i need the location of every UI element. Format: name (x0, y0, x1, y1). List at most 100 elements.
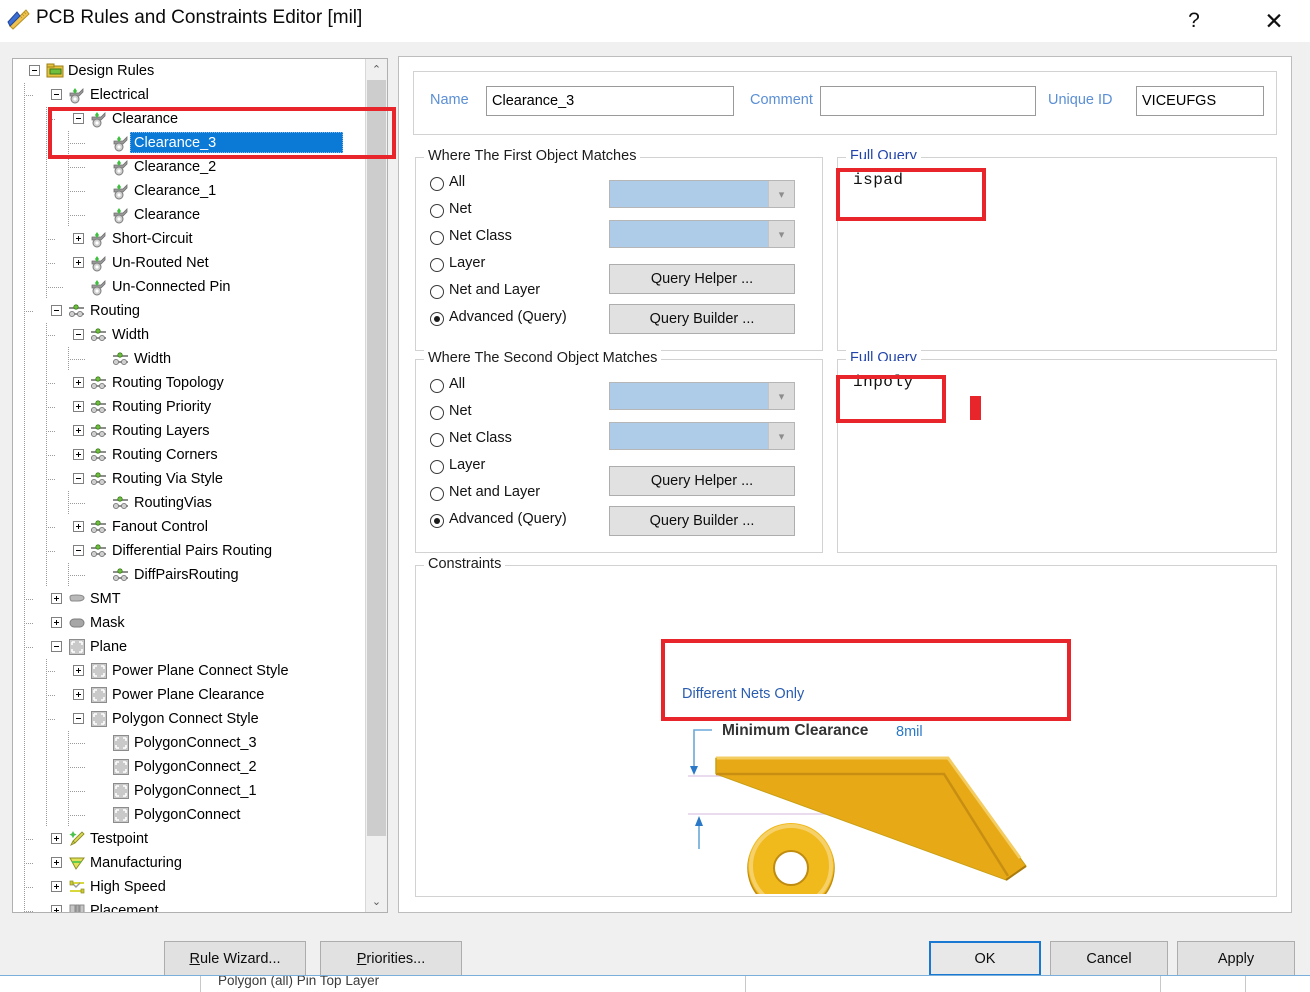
tree-item-list[interactable]: Design RulesElectricalClearanceClearance… (13, 59, 365, 912)
first-query-builder-button[interactable]: Query Builder ... (609, 304, 795, 334)
close-button[interactable]: ✕ (1244, 0, 1304, 42)
radio-icon[interactable] (430, 312, 444, 326)
tree-item-clearance[interactable]: Clearance (13, 107, 365, 131)
chevron-down-icon[interactable]: ▾ (768, 181, 794, 207)
expand-icon[interactable] (73, 521, 84, 532)
tree-item-polygonconnect-2[interactable]: PolygonConnect_2 (13, 755, 365, 779)
expand-icon[interactable] (51, 617, 62, 628)
second-netclass-combo[interactable]: ▾ (609, 422, 795, 450)
tree-vertical-scrollbar[interactable]: ⌃ ⌄ (365, 59, 387, 912)
collapse-icon[interactable] (51, 89, 62, 100)
name-input[interactable]: Clearance_3 (486, 86, 734, 116)
tree-item-routing-layers[interactable]: Routing Layers (13, 419, 365, 443)
tree-item-un-connected-pin[interactable]: Un-Connected Pin (13, 275, 365, 299)
tree-item-width[interactable]: Width (13, 347, 365, 371)
second-net-combo[interactable]: ▾ (609, 382, 795, 410)
tree-item-clearance-3[interactable]: Clearance_3 (13, 131, 365, 155)
expand-icon[interactable] (73, 689, 84, 700)
tree-item-mask[interactable]: Mask (13, 611, 365, 635)
radio-icon[interactable] (430, 231, 444, 245)
collapse-icon[interactable] (73, 545, 84, 556)
tree-item-short-circuit[interactable]: Short-Circuit (13, 227, 365, 251)
apply-button[interactable]: Apply (1177, 941, 1295, 976)
expand-icon[interactable] (73, 401, 84, 412)
tree-item-electrical[interactable]: Electrical (13, 83, 365, 107)
tree-item-routing-priority[interactable]: Routing Priority (13, 395, 365, 419)
design-rules-tree[interactable]: Design RulesElectricalClearanceClearance… (12, 58, 388, 913)
radio-icon[interactable] (430, 177, 444, 191)
first-full-query-textarea[interactable]: ispad (839, 159, 1275, 349)
expand-icon[interactable] (73, 665, 84, 676)
tree-item-polygonconnect[interactable]: PolygonConnect (13, 803, 365, 827)
tree-item-fanout-control[interactable]: Fanout Control (13, 515, 365, 539)
radio-icon[interactable] (430, 460, 444, 474)
collapse-icon[interactable] (73, 473, 84, 484)
unique-id-input[interactable]: VICEUFGS (1136, 86, 1264, 116)
scrollbar-thumb[interactable] (367, 80, 386, 836)
tree-item-manufacturing[interactable]: Manufacturing (13, 851, 365, 875)
first-netclass-combo[interactable]: ▾ (609, 220, 795, 248)
tree-item-routing-topology[interactable]: Routing Topology (13, 371, 365, 395)
tree-item-routingvias[interactable]: RoutingVias (13, 491, 365, 515)
tree-item-placement[interactable]: Placement (13, 899, 365, 913)
radio-icon[interactable] (430, 258, 444, 272)
second-query-builder-button[interactable]: Query Builder ... (609, 506, 795, 536)
chevron-down-icon[interactable]: ▾ (768, 383, 794, 409)
tree-item-diffpairsrouting[interactable]: DiffPairsRouting (13, 563, 365, 587)
second-query-helper-button[interactable]: Query Helper ... (609, 466, 795, 496)
collapse-icon[interactable] (73, 713, 84, 724)
radio-icon[interactable] (430, 487, 444, 501)
tree-item-clearance-2[interactable]: Clearance_2 (13, 155, 365, 179)
radio-icon[interactable] (430, 204, 444, 218)
tree-item-clearance-1[interactable]: Clearance_1 (13, 179, 365, 203)
collapse-icon[interactable] (29, 65, 40, 76)
chevron-down-icon[interactable]: ▾ (768, 423, 794, 449)
tree-item-high-speed[interactable]: High Speed (13, 875, 365, 899)
expand-icon[interactable] (73, 233, 84, 244)
first-query-helper-button[interactable]: Query Helper ... (609, 264, 795, 294)
tree-item-width[interactable]: Width (13, 323, 365, 347)
tree-item-design-rules[interactable]: Design Rules (13, 59, 365, 83)
comment-input[interactable] (820, 86, 1036, 116)
radio-icon[interactable] (430, 433, 444, 447)
tree-item-clearance[interactable]: Clearance (13, 203, 365, 227)
tree-item-routing-via-style[interactable]: Routing Via Style (13, 467, 365, 491)
radio-icon[interactable] (430, 406, 444, 420)
radio-icon[interactable] (430, 379, 444, 393)
expand-icon[interactable] (51, 881, 62, 892)
expand-icon[interactable] (51, 857, 62, 868)
tree-item-routing-corners[interactable]: Routing Corners (13, 443, 365, 467)
ok-button[interactable]: OK (929, 941, 1041, 976)
tree-item-smt[interactable]: SMT (13, 587, 365, 611)
expand-icon[interactable] (51, 593, 62, 604)
collapse-icon[interactable] (73, 113, 84, 124)
collapse-icon[interactable] (73, 329, 84, 340)
expand-icon[interactable] (73, 257, 84, 268)
second-full-query-textarea[interactable]: inpoly (839, 361, 1275, 551)
collapse-icon[interactable] (51, 305, 62, 316)
expand-icon[interactable] (73, 449, 84, 460)
expand-icon[interactable] (73, 425, 84, 436)
first-net-combo[interactable]: ▾ (609, 180, 795, 208)
scroll-down-icon[interactable]: ⌄ (366, 891, 387, 912)
expand-icon[interactable] (51, 905, 62, 913)
tree-item-testpoint[interactable]: Testpoint (13, 827, 365, 851)
tree-item-differential-pairs-routing[interactable]: Differential Pairs Routing (13, 539, 365, 563)
tree-item-polygonconnect-3[interactable]: PolygonConnect_3 (13, 731, 365, 755)
tree-item-power-plane-clearance[interactable]: Power Plane Clearance (13, 683, 365, 707)
chevron-down-icon[interactable]: ▾ (768, 221, 794, 247)
radio-icon[interactable] (430, 285, 444, 299)
tree-item-power-plane-connect-style[interactable]: Power Plane Connect Style (13, 659, 365, 683)
tree-item-polygon-connect-style[interactable]: Polygon Connect Style (13, 707, 365, 731)
expand-icon[interactable] (73, 377, 84, 388)
tree-item-plane[interactable]: Plane (13, 635, 365, 659)
scroll-up-icon[interactable]: ⌃ (366, 59, 387, 80)
expand-icon[interactable] (51, 833, 62, 844)
tree-item-routing[interactable]: Routing (13, 299, 365, 323)
help-button[interactable]: ? (1164, 0, 1224, 42)
cancel-button[interactable]: Cancel (1050, 941, 1168, 976)
collapse-icon[interactable] (51, 641, 62, 652)
tree-item-polygonconnect-1[interactable]: PolygonConnect_1 (13, 779, 365, 803)
rule-wizard-button[interactable]: Rule Wizard... (164, 941, 306, 976)
priorities-button[interactable]: Priorities... (320, 941, 462, 976)
